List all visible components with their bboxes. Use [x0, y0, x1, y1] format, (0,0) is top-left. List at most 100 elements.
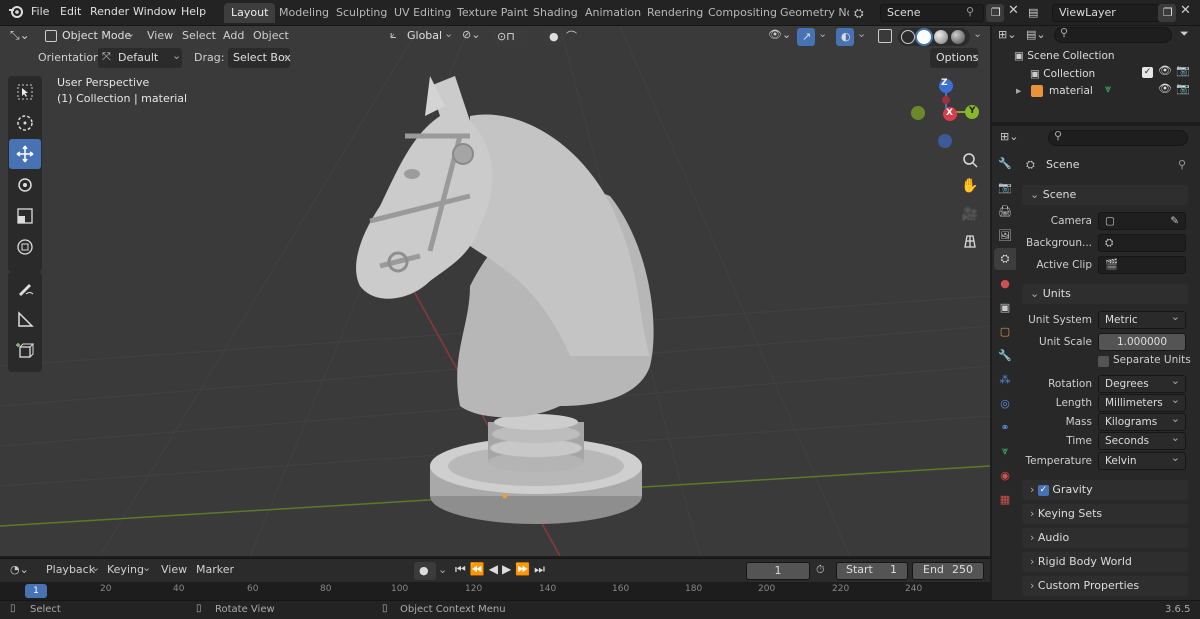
menu-playback[interactable]: Playback: [46, 560, 95, 580]
solid-shading-icon[interactable]: [917, 30, 931, 44]
tab-compositing[interactable]: Compositing: [701, 3, 784, 23]
scene-selector-icon[interactable]: ⛭: [854, 4, 878, 22]
gravity-checkbox[interactable]: ✓: [1037, 484, 1049, 496]
outliner-editor-icon[interactable]: ⊞⌄: [998, 28, 1016, 41]
camera-icon[interactable]: 📷: [1176, 82, 1190, 95]
select-box-icon[interactable]: [9, 77, 41, 107]
physics-tab-icon[interactable]: ◎: [994, 392, 1016, 414]
camera-view-icon[interactable]: 🎥: [958, 202, 982, 226]
menu-object[interactable]: Object: [253, 26, 289, 46]
annotate-icon[interactable]: [9, 273, 41, 303]
overlay-toggle-icon[interactable]: ◐: [836, 28, 854, 46]
expand-arrow-icon[interactable]: ▸: [1016, 85, 1021, 97]
mass-dropdown[interactable]: Kilograms: [1098, 411, 1186, 431]
particles-tab-icon[interactable]: ⁂: [994, 368, 1016, 390]
tab-sculpting[interactable]: Sculpting: [329, 3, 394, 23]
zoom-icon[interactable]: [958, 148, 982, 172]
rigid-body-panel-header[interactable]: › Rigid Body World: [1022, 552, 1188, 572]
playhead[interactable]: 1: [25, 584, 47, 598]
scene-panel-header[interactable]: ⌄ Scene: [1022, 185, 1188, 205]
rotate-icon[interactable]: [9, 170, 41, 200]
delete-viewlayer-icon[interactable]: ✕: [1180, 3, 1191, 18]
constraints-tab-icon[interactable]: ⚭: [994, 416, 1016, 438]
record-icon[interactable]: ●: [414, 562, 436, 580]
properties-editor-icon[interactable]: ⊞⌄: [1000, 130, 1018, 143]
eye-icon[interactable]: 👁: [1158, 82, 1172, 95]
separate-units-checkbox[interactable]: [1098, 356, 1109, 367]
wireframe-shading-icon[interactable]: [901, 30, 915, 44]
move-icon[interactable]: [9, 139, 41, 169]
audio-panel-header[interactable]: › Audio: [1022, 528, 1188, 548]
rotation-dropdown[interactable]: Degrees: [1098, 373, 1186, 393]
display-mode-icon[interactable]: ▤⌄: [1026, 28, 1046, 41]
unit-system-dropdown[interactable]: Metric: [1098, 309, 1186, 329]
output-tab-icon[interactable]: 🖨: [994, 200, 1016, 222]
pan-hand-icon[interactable]: ✋: [958, 174, 982, 198]
material-tab-icon[interactable]: ◉: [994, 464, 1016, 486]
transform-orientation-dropdown[interactable]: Global: [407, 26, 442, 46]
blender-logo-icon[interactable]: [8, 4, 24, 20]
menu-file[interactable]: File: [24, 0, 56, 24]
editor-type-icon[interactable]: ⤡⌄: [10, 28, 30, 43]
world-tab-icon[interactable]: ●: [994, 272, 1016, 294]
tab-uv-editing[interactable]: UV Editing: [387, 3, 458, 23]
timeline-editor-icon[interactable]: ◔⌄: [10, 563, 29, 576]
time-dropdown[interactable]: Seconds: [1098, 430, 1186, 450]
menu-select[interactable]: Select: [182, 26, 216, 46]
texture-tab-icon[interactable]: ▦: [994, 488, 1016, 510]
data-tab-icon[interactable]: ⩔: [994, 440, 1016, 462]
menu-view[interactable]: View: [161, 560, 187, 580]
transform-orientation-icon[interactable]: ⟀: [390, 28, 397, 42]
scene-tab-icon[interactable]: ⛭: [994, 248, 1016, 270]
viewlayer-icon[interactable]: ▤: [1028, 4, 1050, 22]
tab-layout[interactable]: Layout: [224, 3, 276, 23]
camera-field[interactable]: ▢ ✎: [1098, 212, 1186, 230]
gravity-panel-header[interactable]: › ✓ Gravity: [1022, 480, 1188, 500]
pivot-icon[interactable]: ⊘⌄: [462, 28, 480, 41]
timeline-ruler[interactable]: 1 20 40 60 80 100 120 140 160 180 200 22…: [0, 582, 990, 598]
current-frame-field[interactable]: 1: [746, 562, 810, 580]
keying-sets-panel-header[interactable]: › Keying Sets: [1022, 504, 1188, 524]
filter-icon[interactable]: ⏷: [1180, 27, 1189, 41]
outliner-scene-collection[interactable]: ▣ Scene Collection: [1014, 48, 1194, 65]
measure-icon[interactable]: [9, 304, 41, 334]
object-tab-icon[interactable]: ▢: [994, 320, 1016, 342]
scale-icon[interactable]: [9, 201, 41, 231]
delete-scene-icon[interactable]: ✕: [1008, 3, 1019, 18]
temperature-dropdown[interactable]: Kelvin: [1098, 450, 1186, 470]
properties-search-input[interactable]: [1048, 130, 1188, 146]
outliner-search-input[interactable]: [1054, 27, 1172, 43]
tab-modeling[interactable]: Modeling: [272, 3, 336, 23]
outliner-object-material[interactable]: ▸ material: [1016, 83, 1176, 100]
playback-controls[interactable]: ⏮⏪◀▶⏩⏭: [455, 562, 549, 577]
pin-icon[interactable]: ⚲: [966, 5, 974, 18]
unit-scale-field[interactable]: 1.000000: [1098, 333, 1186, 351]
transform-icon[interactable]: [9, 232, 41, 262]
tab-rendering[interactable]: Rendering: [640, 3, 710, 23]
xray-icon[interactable]: [878, 29, 892, 43]
eye-icon[interactable]: 👁: [1158, 64, 1172, 77]
new-viewlayer-icon[interactable]: ❐: [1158, 4, 1176, 22]
menu-keying[interactable]: Keying: [107, 560, 144, 580]
custom-properties-panel-header[interactable]: › Custom Properties: [1022, 576, 1188, 596]
rendered-shading-icon[interactable]: [951, 30, 965, 44]
perspective-grid-icon[interactable]: [958, 229, 982, 253]
menu-help[interactable]: Help: [174, 0, 213, 24]
units-panel-header[interactable]: ⌄ Units: [1022, 284, 1188, 304]
collection-checkbox[interactable]: ✓: [1142, 67, 1153, 78]
menu-view[interactable]: View: [147, 26, 173, 46]
object-mode-dropdown[interactable]: Object Mode: [62, 26, 131, 46]
3d-viewport[interactable]: User Perspective (1) Collection | materi…: [0, 26, 990, 556]
new-scene-icon[interactable]: ❐: [986, 4, 1004, 22]
pin-icon[interactable]: ⚲: [1178, 158, 1186, 171]
snap-icon[interactable]: ⊙⊓: [492, 28, 528, 46]
render-tab-icon[interactable]: 📷: [994, 176, 1016, 198]
length-dropdown[interactable]: Millimeters: [1098, 392, 1186, 412]
menu-add[interactable]: Add: [223, 26, 244, 46]
material-shading-icon[interactable]: [934, 30, 948, 44]
menu-marker[interactable]: Marker: [196, 560, 234, 580]
gizmo-toggle-icon[interactable]: ↗: [797, 28, 815, 46]
collection-tab-icon[interactable]: ▣: [994, 296, 1016, 318]
tab-animation[interactable]: Animation: [578, 3, 648, 23]
modifier-tab-icon[interactable]: 🔧: [994, 344, 1016, 366]
